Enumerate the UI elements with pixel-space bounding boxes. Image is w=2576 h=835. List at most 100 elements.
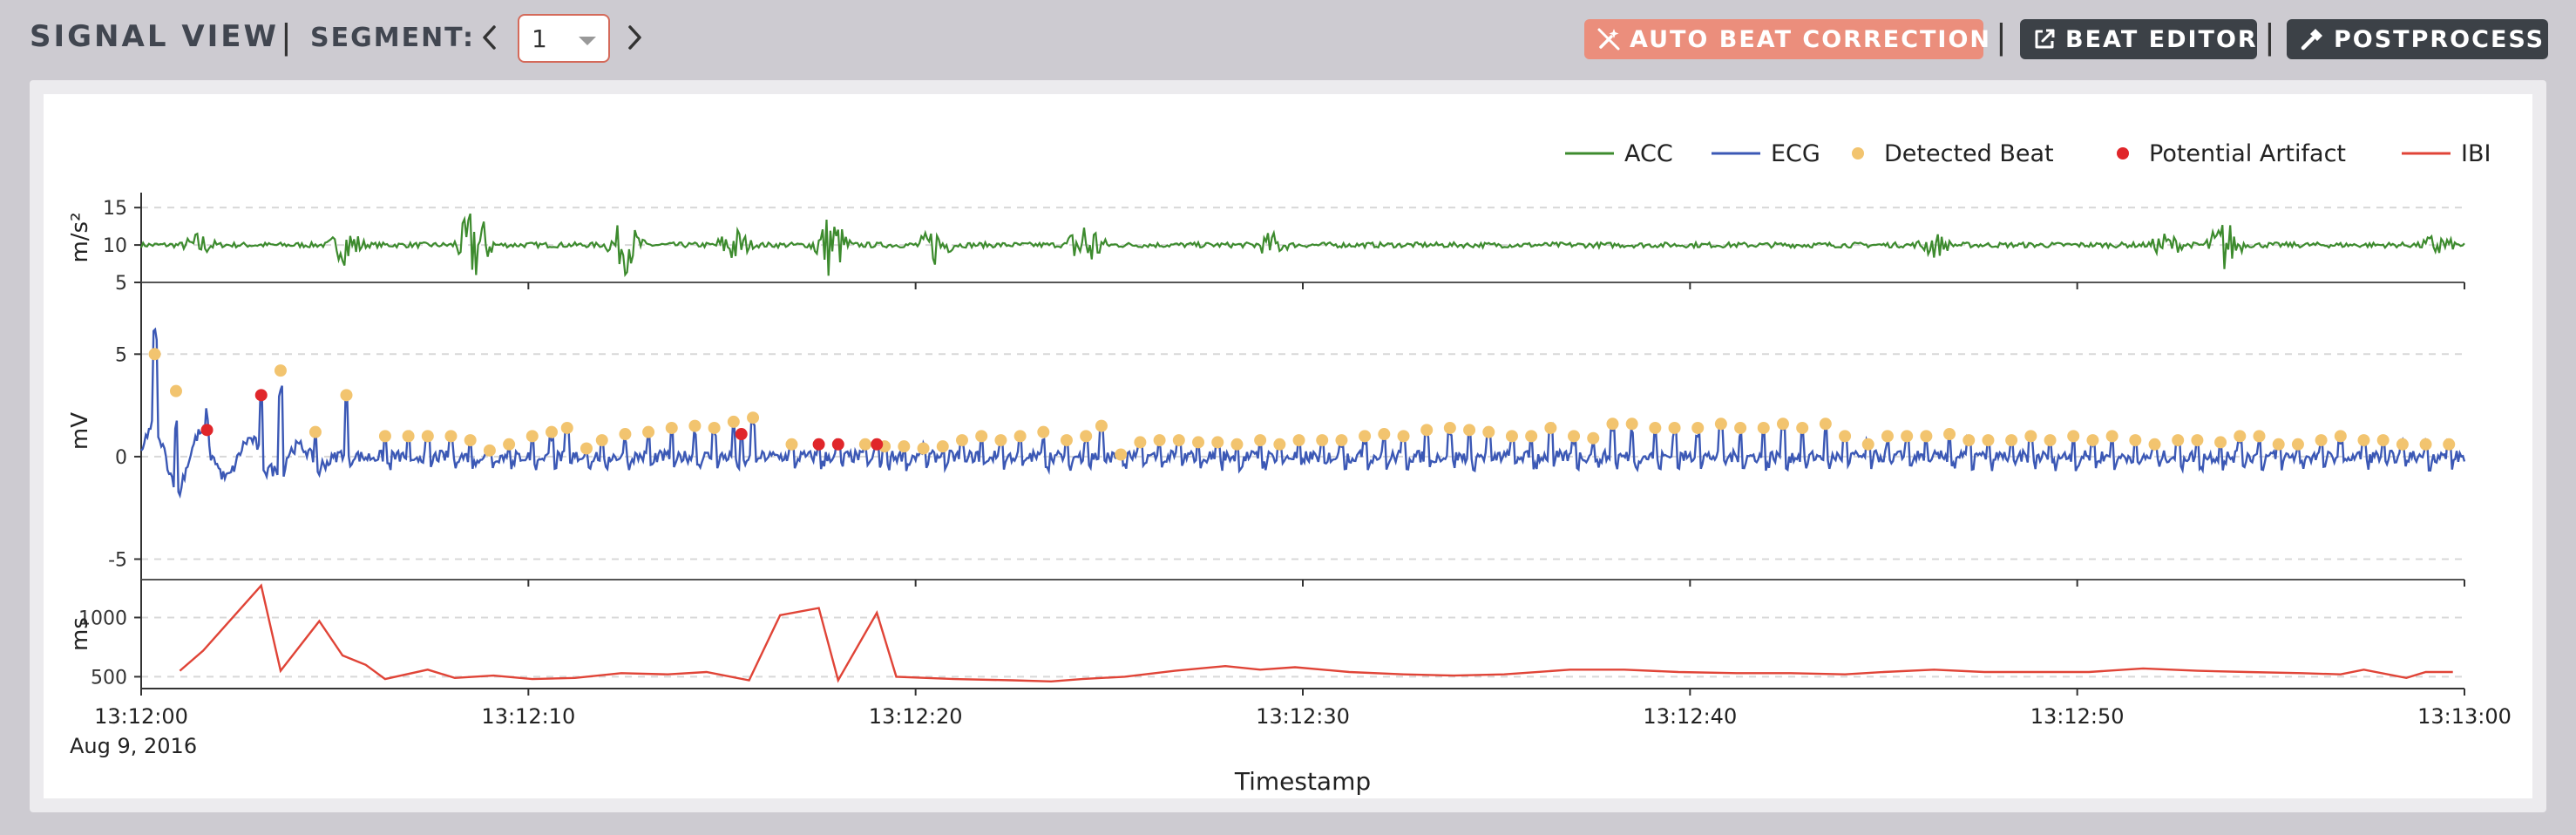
chevron-left-icon <box>483 25 496 50</box>
prev-segment-button[interactable] <box>481 21 498 54</box>
detected-beat-marker <box>2443 438 2456 451</box>
chevron-right-icon <box>628 25 641 50</box>
detected-beat-marker <box>1691 421 1705 434</box>
postprocess-button[interactable]: POSTPROCESS <box>2287 19 2548 59</box>
x-tick-label: 13:13:00 <box>2417 704 2512 729</box>
detected-beat-marker <box>2067 430 2080 443</box>
x-tick-label: 13:12:00 <box>94 704 188 729</box>
detected-beat-marker <box>665 421 678 434</box>
detected-beat-marker <box>858 438 871 451</box>
detected-beat-marker <box>2234 430 2247 443</box>
detected-beat-marker <box>1463 424 1476 437</box>
potential-artifact-marker <box>871 438 884 451</box>
auto-beat-correction-label: AUTO BEAT CORRECTION <box>1630 25 1992 53</box>
legend-label: Potential Artifact <box>2149 140 2346 167</box>
detected-beat-marker <box>1625 418 1638 431</box>
detected-beat-marker <box>2148 438 2161 451</box>
detected-beat-marker <box>2191 434 2204 447</box>
toolbar-separator: | <box>2264 17 2275 56</box>
segment-select[interactable]: 1 <box>518 14 610 63</box>
detected-beat-marker <box>619 428 632 441</box>
detected-beat-marker <box>580 442 593 455</box>
detected-beat-marker <box>1192 436 1205 449</box>
detected-beat-marker <box>169 384 182 397</box>
detected-beat-marker <box>1153 434 1166 447</box>
detected-beat-marker <box>1943 428 1956 441</box>
legend-swatch <box>1852 147 1864 160</box>
detected-beat-marker <box>994 434 1007 447</box>
detected-beat-marker <box>545 425 558 438</box>
signal-chart[interactable]: 51015m/s²-505mV5001000ms13:12:00 13:12:10… <box>44 94 2532 798</box>
detected-beat-marker <box>1839 430 1852 443</box>
x-tick-label: 13:12:10 <box>481 704 575 729</box>
detected-beat-marker <box>1359 430 1372 443</box>
detected-beat-marker <box>503 438 516 451</box>
x-tick-label: 13:12:30 <box>1256 704 1350 729</box>
detected-beat-marker <box>274 364 287 377</box>
y-axis-label: mV <box>67 412 93 450</box>
external-link-icon <box>2032 26 2057 52</box>
detected-beat-marker <box>2005 434 2018 447</box>
toolbar-separator: | <box>1996 17 2007 56</box>
y-tick-label: 15 <box>103 198 127 220</box>
detected-beat-marker <box>2024 430 2037 443</box>
detected-beat-marker <box>975 430 988 443</box>
detected-beat-marker <box>1714 418 1727 431</box>
hammer-icon <box>2299 26 2325 52</box>
detected-beat-marker <box>1776 418 1789 431</box>
detected-beat-marker <box>1606 418 1619 431</box>
detected-beat-marker <box>2253 430 2266 443</box>
detected-beat-marker <box>2396 438 2409 451</box>
caret-down-icon <box>579 37 596 45</box>
detected-beat-marker <box>1060 434 1073 447</box>
detected-beat-marker <box>1037 425 1050 438</box>
x-tick-label: 13:12:20 <box>869 704 963 729</box>
detected-beat-marker <box>402 430 415 443</box>
detected-beat-marker <box>898 440 911 453</box>
detected-beat-marker <box>340 389 353 402</box>
detected-beat-marker <box>642 425 655 438</box>
auto-beat-correction-button[interactable]: AUTO BEAT CORRECTION <box>1584 19 1990 59</box>
detected-beat-marker <box>1920 430 1933 443</box>
beat-editor-button[interactable]: BEAT EDITOR <box>2020 19 2257 59</box>
detected-beat-marker <box>444 430 458 443</box>
detected-beat-marker <box>2291 438 2304 451</box>
detected-beat-marker <box>1757 421 1770 434</box>
legend-label: ECG <box>1771 140 1820 167</box>
detected-beat-marker <box>1397 430 1410 443</box>
detected-beat-marker <box>1335 434 1348 447</box>
detected-beat-marker <box>421 430 434 443</box>
detected-beat-marker <box>1649 421 1662 434</box>
detected-beat-marker <box>1115 448 1128 461</box>
detected-beat-marker <box>747 411 760 424</box>
potential-artifact-marker <box>735 428 748 441</box>
detected-beat-marker <box>955 434 968 447</box>
detected-beat-marker <box>1861 438 1874 451</box>
legend-label: IBI <box>2461 140 2491 167</box>
detected-beat-marker <box>1482 425 1495 438</box>
y-tick-label: 10 <box>103 235 127 257</box>
x-tick-label: 13:12:40 <box>1643 704 1737 729</box>
detected-beat-marker <box>1568 430 1581 443</box>
segment-select-value: 1 <box>532 24 547 53</box>
beat-editor-label: BEAT EDITOR <box>2065 25 2258 53</box>
detected-beat-marker <box>1273 438 1286 451</box>
detected-beat-marker <box>2315 434 2328 447</box>
detected-beat-marker <box>1292 434 1305 447</box>
detected-beat-marker <box>917 442 930 455</box>
detected-beat-marker <box>2376 434 2390 447</box>
y-tick-label: 0 <box>115 447 127 469</box>
legend-label: ACC <box>1624 140 1673 167</box>
detected-beat-marker <box>1982 434 1995 447</box>
detected-beat-marker <box>378 430 391 443</box>
detected-beat-marker <box>2419 438 2432 451</box>
detected-beat-marker <box>1587 431 1600 445</box>
detected-beat-marker <box>148 348 161 361</box>
x-tick-label: 13:12:50 <box>2030 704 2125 729</box>
next-segment-button[interactable] <box>626 21 643 54</box>
detected-beat-marker <box>727 415 740 428</box>
y-tick-label: 5 <box>115 273 127 295</box>
y-tick-label: 500 <box>91 667 127 689</box>
detected-beat-marker <box>1819 418 1832 431</box>
segment-label: SEGMENT: <box>310 23 475 53</box>
